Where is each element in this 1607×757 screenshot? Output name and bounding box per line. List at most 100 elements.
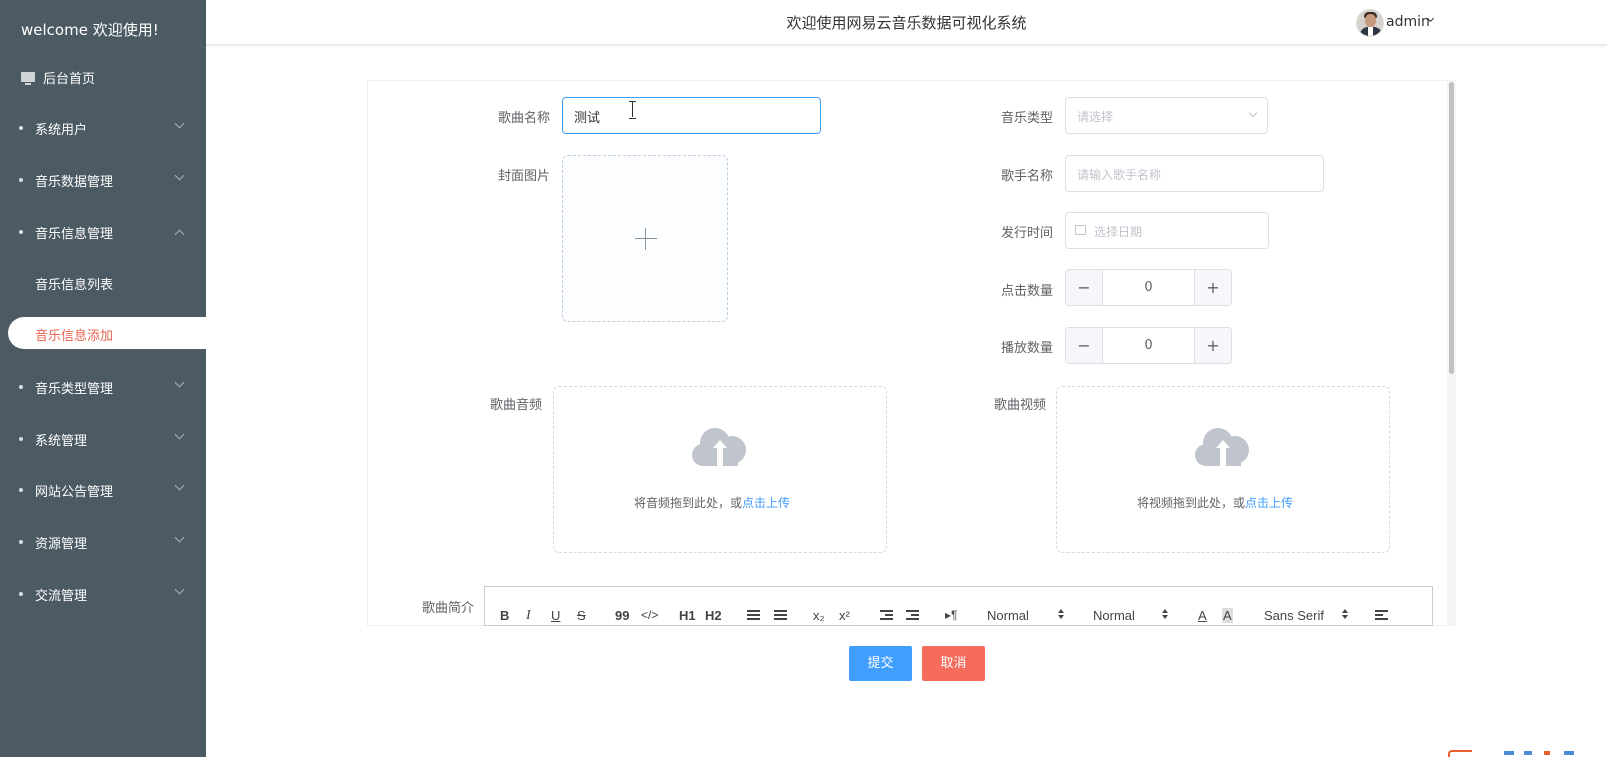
singer-input[interactable]: 请输入歌手名称 xyxy=(1065,155,1324,192)
sidebar: welcome 欢迎使用! 后台首页 系统用户 音乐数据管理 音乐信息管理 音乐… xyxy=(0,0,206,757)
sidebar-item-communication[interactable]: 交流管理 xyxy=(0,574,206,614)
video-upload-link[interactable]: 点击上传 xyxy=(1245,496,1293,510)
h2-button[interactable]: H2 xyxy=(705,608,722,623)
music-type-select[interactable]: 请选择 xyxy=(1065,97,1268,134)
increment-button[interactable]: + xyxy=(1194,328,1231,363)
plus-icon xyxy=(635,238,657,239)
sidebar-item-announcement[interactable]: 网站公告管理 xyxy=(0,470,206,510)
strike-button[interactable]: S xyxy=(577,608,586,623)
video-upload-dropzone[interactable] xyxy=(1056,386,1390,553)
sidebar-item-label: 交流管理 xyxy=(35,588,88,604)
ordered-list-icon[interactable] xyxy=(747,610,760,620)
chevron-down-icon xyxy=(174,480,185,491)
singer-placeholder: 请输入歌手名称 xyxy=(1077,168,1162,182)
click-count-label: 点击数量 xyxy=(1000,284,1053,299)
audio-label: 歌曲音频 xyxy=(489,398,542,413)
upload-cloud-icon xyxy=(692,426,748,468)
sidebar-item-label: 后台首页 xyxy=(43,71,96,87)
sort-arrows-icon xyxy=(1058,609,1064,619)
sidebar-item-system-manage[interactable]: 系统管理 xyxy=(0,419,206,459)
underline-button[interactable]: U xyxy=(551,608,560,623)
chevron-down-icon xyxy=(174,170,185,181)
bullet-icon xyxy=(19,230,23,234)
sidebar-item-resources[interactable]: 资源管理 xyxy=(0,522,206,562)
song-name-value: 测试 xyxy=(574,111,601,126)
bullet-list-icon[interactable] xyxy=(774,610,787,620)
scrollbar[interactable] xyxy=(1447,80,1456,626)
code-block-button[interactable]: </> xyxy=(641,608,658,622)
decrement-button[interactable]: − xyxy=(1066,328,1103,363)
click-count-stepper[interactable]: − 0 + xyxy=(1065,269,1232,306)
user-menu[interactable]: admin xyxy=(1386,14,1430,30)
text-color-button[interactable]: A xyxy=(1198,608,1207,623)
singer-label: 歌手名称 xyxy=(1000,169,1053,184)
bullet-icon xyxy=(19,126,23,130)
subscript-button[interactable]: x₂ xyxy=(813,608,825,623)
upload-cloud-icon xyxy=(1195,426,1251,468)
avatar[interactable] xyxy=(1356,9,1384,37)
bullet-icon xyxy=(19,178,23,182)
music-type-placeholder: 请选择 xyxy=(1077,110,1114,124)
audio-upload-dropzone[interactable] xyxy=(553,386,887,553)
bullet-icon xyxy=(19,385,23,389)
chevron-down-icon xyxy=(174,118,185,129)
sidebar-item-label: 音乐信息管理 xyxy=(35,226,114,242)
align-left-icon[interactable] xyxy=(1375,610,1388,620)
superscript-button[interactable]: x² xyxy=(839,608,850,623)
submenu-item-label: 音乐信息列表 xyxy=(35,277,114,293)
submenu-item-label: 音乐信息添加 xyxy=(35,329,114,344)
sort-arrows-icon xyxy=(1342,609,1348,619)
calendar-icon xyxy=(1075,225,1086,235)
chevron-down-icon xyxy=(174,532,185,543)
click-count-value[interactable]: 0 xyxy=(1103,280,1194,295)
music-type-label: 音乐类型 xyxy=(1000,111,1053,126)
sidebar-item-label: 资源管理 xyxy=(35,536,88,552)
welcome-text: welcome 欢迎使用! xyxy=(21,21,159,39)
chevron-up-icon xyxy=(174,229,185,240)
submenu-item-music-add[interactable]: 音乐信息添加 xyxy=(8,317,206,349)
size-select[interactable]: Normal xyxy=(987,608,1029,623)
sidebar-item-label: 网站公告管理 xyxy=(35,484,114,500)
h1-button[interactable]: H1 xyxy=(679,608,696,623)
sidebar-item-system-users[interactable]: 系统用户 xyxy=(0,108,206,148)
chevron-down-icon xyxy=(174,584,185,595)
play-count-label: 播放数量 xyxy=(1000,341,1053,356)
bullet-icon xyxy=(19,540,23,544)
direction-button[interactable]: ▸¶ xyxy=(945,608,957,622)
intro-label: 歌曲简介 xyxy=(421,601,474,616)
blockquote-button[interactable]: 99 xyxy=(615,608,629,623)
song-name-label: 歌曲名称 xyxy=(497,111,550,126)
header-select[interactable]: Normal xyxy=(1093,608,1135,623)
sidebar-item-music-info[interactable]: 音乐信息管理 xyxy=(0,212,206,252)
top-header: 欢迎使用网易云音乐数据可视化系统 admin xyxy=(206,0,1607,45)
bold-button[interactable]: B xyxy=(500,608,509,623)
submit-button[interactable]: 提交 xyxy=(849,646,912,681)
audio-upload-hint: 将音频拖到此处，或点击上传 xyxy=(634,496,791,510)
sidebar-item-home[interactable]: 后台首页 xyxy=(0,57,206,97)
release-date-label: 发行时间 xyxy=(1000,226,1053,241)
sidebar-item-music-data[interactable]: 音乐数据管理 xyxy=(0,160,206,200)
outdent-icon[interactable] xyxy=(880,610,893,620)
sidebar-item-label: 系统管理 xyxy=(35,433,88,449)
bullet-icon xyxy=(19,488,23,492)
monitor-icon xyxy=(21,72,35,85)
cancel-button[interactable]: 取消 xyxy=(922,646,985,681)
sidebar-item-music-type[interactable]: 音乐类型管理 xyxy=(0,367,206,407)
increment-button[interactable]: + xyxy=(1194,270,1231,305)
watermark-logo xyxy=(1448,748,1607,757)
font-select[interactable]: Sans Serif xyxy=(1264,608,1324,623)
release-date-picker[interactable]: 选择日期 xyxy=(1065,212,1269,249)
play-count-stepper[interactable]: − 0 + xyxy=(1065,327,1232,364)
submenu-item-music-list[interactable]: 音乐信息列表 xyxy=(0,263,206,303)
chevron-down-icon xyxy=(174,429,185,440)
indent-icon[interactable] xyxy=(906,610,919,620)
chevron-down-icon xyxy=(174,377,185,388)
audio-upload-link[interactable]: 点击上传 xyxy=(742,496,790,510)
bullet-icon xyxy=(19,592,23,596)
bullet-icon xyxy=(19,437,23,441)
play-count-value[interactable]: 0 xyxy=(1103,338,1194,353)
italic-button[interactable]: I xyxy=(526,608,531,624)
song-name-input[interactable]: 测试 xyxy=(562,97,821,134)
background-color-button[interactable]: A xyxy=(1222,608,1233,623)
decrement-button[interactable]: − xyxy=(1066,270,1103,305)
